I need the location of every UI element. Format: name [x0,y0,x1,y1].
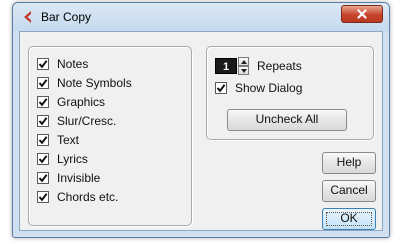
close-icon [357,9,367,19]
checkbox-row-chords[interactable]: Chords etc. [37,188,118,206]
slur-cresc-checkbox[interactable] [37,115,49,127]
checkmark-icon [216,84,226,93]
dialog-body: Notes Note Symbols Graphics Slur/Cresc. [19,31,383,231]
cubase-logo-icon [21,10,35,24]
checkbox-label: Note Symbols [57,76,132,90]
checkmark-icon [38,117,48,126]
checkmark-icon [38,193,48,202]
spin-up-button[interactable] [238,57,249,66]
checkmark-icon [38,174,48,183]
cancel-button[interactable]: Cancel [322,180,376,202]
checkbox-row-graphics[interactable]: Graphics [37,93,105,111]
lyrics-checkbox[interactable] [37,153,49,165]
checkbox-row-note-symbols[interactable]: Note Symbols [37,74,132,92]
window-title: Bar Copy [41,10,92,24]
checkbox-label: Notes [57,57,89,71]
options-group: 1 Repeats Show Dialog Uncheck All [206,46,374,140]
spin-down-button[interactable] [238,66,249,75]
spin-down-icon [241,69,247,73]
spin-up-icon [241,60,247,64]
checkbox-row-notes[interactable]: Notes [37,55,88,73]
chords-checkbox[interactable] [37,191,49,203]
text-checkbox[interactable] [37,134,49,146]
checkmark-icon [38,60,48,69]
show-dialog-row[interactable]: Show Dialog [215,79,302,97]
checkbox-row-lyrics[interactable]: Lyrics [37,150,88,168]
checkbox-label: Slur/Cresc. [57,114,117,128]
help-button[interactable]: Help [322,152,376,174]
uncheck-all-button[interactable]: Uncheck All [227,109,347,131]
checkbox-label: Graphics [57,95,106,109]
repeats-input[interactable]: 1 [215,58,237,74]
note-symbols-checkbox[interactable] [37,77,49,89]
ok-button[interactable]: OK [322,208,376,230]
checkbox-label: Text [57,133,80,147]
bar-copy-dialog: Bar Copy Notes Note Symbols Graphics Slu… [12,2,390,238]
checkbox-row-invisible[interactable]: Invisible [37,169,100,187]
checkbox-row-text[interactable]: Text [37,131,79,149]
checkbox-label: Lyrics [57,152,88,166]
repeats-stepper[interactable] [238,57,249,75]
show-dialog-checkbox[interactable] [215,82,227,94]
close-button[interactable] [341,5,383,23]
repeats-label: Repeats [257,59,302,73]
invisible-checkbox[interactable] [37,172,49,184]
checkmark-icon [38,98,48,107]
checkbox-label: Invisible [57,171,101,185]
show-dialog-label: Show Dialog [235,81,303,95]
checkmark-icon [38,136,48,145]
checkbox-row-slur-cresc[interactable]: Slur/Cresc. [37,112,116,130]
focus-ring [326,212,372,226]
title-bar[interactable]: Bar Copy [13,3,389,31]
checkbox-label: Chords etc. [57,190,119,204]
checkmark-icon [38,79,48,88]
graphics-checkbox[interactable] [37,96,49,108]
checkmark-icon [38,155,48,164]
notes-checkbox[interactable] [37,58,49,70]
content-types-group: Notes Note Symbols Graphics Slur/Cresc. [28,46,192,226]
